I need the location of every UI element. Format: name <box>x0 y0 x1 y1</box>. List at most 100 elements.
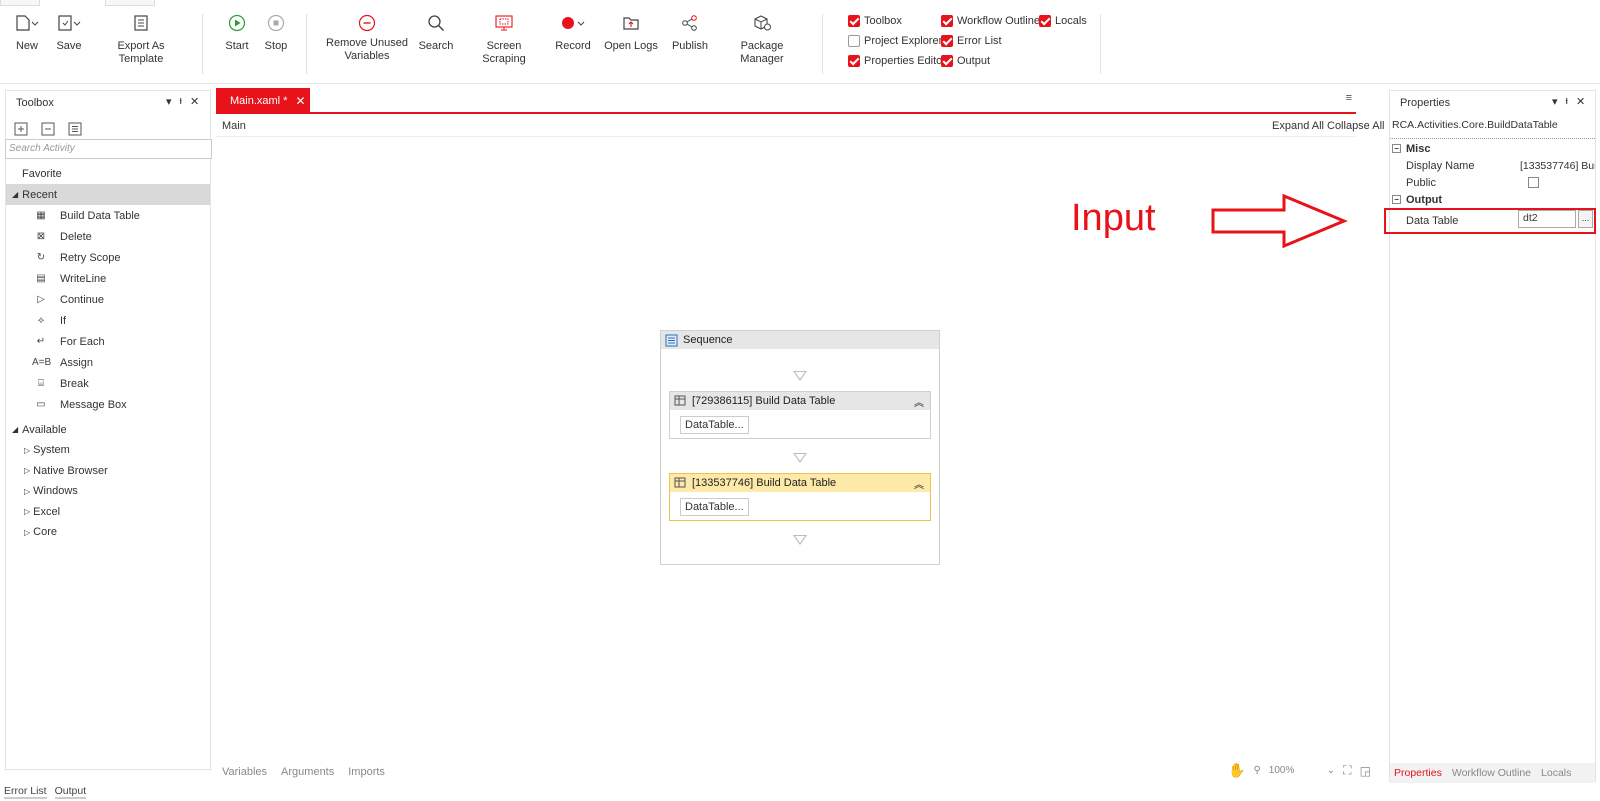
toolbox-available-item[interactable]: ▷ System <box>24 440 204 461</box>
caret-right-icon: ▷ <box>24 527 31 537</box>
remove-unused-variables-button[interactable]: Remove Unused Variables <box>326 12 408 63</box>
expand-all-link[interactable]: Expand All <box>1272 120 1324 132</box>
toolbox-recent-item[interactable]: ⟡ If <box>32 310 202 331</box>
tab-locals[interactable]: Locals <box>1541 767 1571 779</box>
sequence-container[interactable]: Sequence [729386115] Build Data Table ︽ … <box>660 330 940 565</box>
toolbox-search-input[interactable]: Search Activity <box>5 139 212 159</box>
project-explorer-checkbox[interactable] <box>848 35 860 47</box>
pin-icon[interactable]: ᵼ <box>180 95 182 108</box>
activity-build-data-table-2[interactable]: [133537746] Build Data Table ︽ DataTable… <box>669 473 931 521</box>
toggle-output[interactable]: Output <box>941 55 990 67</box>
tab-properties[interactable]: Properties <box>1394 767 1442 779</box>
start-button[interactable]: Start <box>222 12 252 53</box>
toolbox-recent-item[interactable]: ▤ WriteLine <box>32 268 202 289</box>
toolbox-available-item[interactable]: ▷ Core <box>24 522 204 543</box>
open-logs-button[interactable]: Open Logs <box>604 12 658 53</box>
datatable-button[interactable]: DataTable... <box>680 498 749 516</box>
toolbox-available-item[interactable]: ▷ Excel <box>24 502 204 523</box>
toolbox-recent-item[interactable]: ⌸ Break <box>32 373 202 394</box>
toolbox-available-item[interactable]: ▷ Windows <box>24 481 204 502</box>
toggle-project-explorer-label: Project Explorer <box>864 35 943 47</box>
new-button[interactable]: New <box>12 12 42 53</box>
dropdown-icon[interactable]: ▾ <box>1552 95 1558 108</box>
collapse-category-icon[interactable]: − <box>1392 195 1401 204</box>
toolbox-recent-item[interactable]: ▷ Continue <box>32 289 202 310</box>
toolbox-recent-item-label: WriteLine <box>60 272 107 285</box>
breadcrumb[interactable]: Main <box>222 120 246 132</box>
tab-variables[interactable]: Variables <box>222 766 267 778</box>
error-list-checkbox[interactable] <box>941 35 953 47</box>
toolbox-recent-item[interactable]: ⊠ Delete <box>32 226 202 247</box>
collapse-chevron-icon[interactable]: ︽ <box>914 476 924 491</box>
tab-output[interactable]: Output <box>54 785 87 799</box>
dropdown-icon[interactable]: ▾ <box>166 95 172 108</box>
misc-category[interactable]: − Misc <box>1392 140 1595 157</box>
drop-target-arrow[interactable] <box>793 453 807 463</box>
output-category[interactable]: − Output <box>1392 191 1595 208</box>
tab-overflow-icon[interactable]: ≡ <box>1346 92 1352 104</box>
toggle-toolbox[interactable]: Toolbox <box>848 15 902 27</box>
package-manager-button[interactable]: Package Manager <box>721 12 803 66</box>
toggle-workflow-outline[interactable]: Workflow Outline <box>941 15 1040 27</box>
zoom-search-icon[interactable]: ⚲ <box>1253 765 1260 776</box>
close-icon[interactable]: ✕ <box>1576 95 1585 108</box>
data-table-ellipsis-button[interactable]: ... <box>1578 210 1593 228</box>
fit-screen-icon[interactable]: ⛶ <box>1343 763 1351 778</box>
data-table-input[interactable]: dt2 <box>1518 210 1576 228</box>
sequence-header: Sequence <box>661 331 939 349</box>
annotation-arrow-icon <box>1211 193 1348 249</box>
zoom-dropdown-icon[interactable]: ⌄ <box>1327 765 1335 776</box>
drop-target-arrow[interactable] <box>793 371 807 381</box>
collapse-all-link[interactable]: Collapse All <box>1327 120 1384 132</box>
search-button[interactable]: Search <box>418 12 454 53</box>
close-tab-icon[interactable]: ✕ <box>295 94 305 108</box>
toolbox-recent-item[interactable]: A=B Assign <box>32 352 202 373</box>
collapse-chevron-icon[interactable]: ︽ <box>914 394 924 409</box>
ribbon-tab-stub[interactable] <box>0 0 40 6</box>
zoom-level[interactable]: 100% <box>1269 765 1319 776</box>
tab-imports[interactable]: Imports <box>348 766 385 778</box>
output-checkbox[interactable] <box>941 55 953 67</box>
export-template-button[interactable]: Export As Template <box>96 12 186 66</box>
toggle-locals[interactable]: Locals <box>1039 15 1087 27</box>
tab-arguments[interactable]: Arguments <box>281 766 334 778</box>
toolbox-recent-item[interactable]: ↻ Retry Scope <box>32 247 202 268</box>
drop-target-arrow[interactable] <box>793 535 807 545</box>
toolbox-available-group[interactable]: ◢ Available <box>12 419 67 440</box>
collapse-category-icon[interactable]: − <box>1392 144 1401 153</box>
activity-build-data-table-1[interactable]: [729386115] Build Data Table ︽ DataTable… <box>669 391 931 439</box>
tab-main-xaml[interactable]: Main.xaml * ✕ <box>216 88 310 113</box>
toolbox-recent-item[interactable]: ▦ Build Data Table <box>32 205 202 226</box>
public-checkbox[interactable] <box>1528 177 1539 188</box>
display-name-field[interactable]: [133537746] Buil <box>1520 157 1595 174</box>
properties-editor-checkbox[interactable] <box>848 55 860 67</box>
locals-checkbox[interactable] <box>1039 15 1051 27</box>
ribbon-tab-stub[interactable] <box>105 0 155 6</box>
screen-scraping-button[interactable]: Screen Scraping <box>466 12 542 66</box>
collapse-all-icon[interactable] <box>41 122 56 136</box>
record-button[interactable]: Record <box>555 12 591 53</box>
workflow-outline-checkbox[interactable] <box>941 15 953 27</box>
toolbox-favorite[interactable]: Favorite <box>22 163 62 184</box>
pin-icon[interactable]: ᵼ <box>1566 95 1568 108</box>
toggle-project-explorer[interactable]: Project Explorer <box>848 35 942 47</box>
close-icon[interactable]: ✕ <box>190 95 199 108</box>
toolbox-recent-group[interactable]: ◢ Recent <box>6 184 210 205</box>
overview-icon[interactable]: ◲ <box>1360 764 1371 778</box>
expand-all-icon[interactable] <box>14 122 29 136</box>
publish-button[interactable]: Publish <box>670 12 710 53</box>
toolbox-checkbox[interactable] <box>848 15 860 27</box>
stop-button[interactable]: Stop <box>261 12 291 53</box>
toolbox-recent-item[interactable]: ▭ Message Box <box>32 394 202 415</box>
toggle-error-list[interactable]: Error List <box>941 35 1002 47</box>
list-view-icon[interactable] <box>68 122 83 136</box>
datatable-button[interactable]: DataTable... <box>680 416 749 434</box>
save-button[interactable]: Save <box>54 12 84 53</box>
toolbox-recent-item[interactable]: ↵ For Each <box>32 331 202 352</box>
tab-workflow-outline[interactable]: Workflow Outline <box>1452 767 1531 779</box>
tab-error-list[interactable]: Error List <box>4 785 47 799</box>
toggle-properties-editor[interactable]: Properties Editor <box>848 55 946 67</box>
hand-icon[interactable]: ✋ <box>1228 762 1245 779</box>
toolbox-available-item[interactable]: ▷ Native Browser <box>24 461 204 482</box>
toolbox-available-list: ▷ System ▷ Native Browser ▷ Windows ▷ Excel ▷ Cor… <box>24 440 204 543</box>
